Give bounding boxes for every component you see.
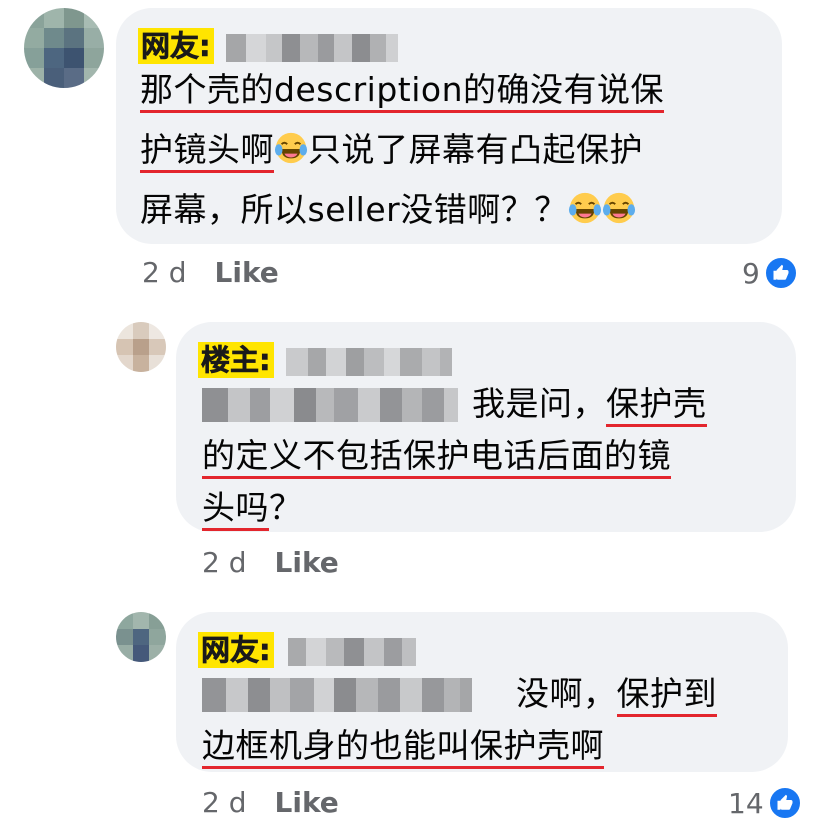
like-button[interactable]: Like (215, 256, 279, 289)
comment-text-line: 我是问，保护壳 (472, 382, 707, 427)
comment-text-line: 头吗？ (202, 486, 303, 531)
underlined-text: 保护到 (616, 674, 717, 717)
reaction-count[interactable]: 9 (742, 256, 798, 290)
avatar[interactable] (116, 612, 166, 662)
mention-name-blurred[interactable] (202, 678, 472, 712)
reaction-count-value: 14 (728, 786, 764, 820)
thumbs-up-reaction-icon (763, 256, 798, 290)
comment-timestamp[interactable]: 2 d (202, 786, 247, 819)
comment-text: 只说了屏幕有凸起保护 (308, 130, 643, 169)
avatar[interactable] (24, 8, 104, 88)
comment-text-line: 边框机身的也能叫保护壳啊 (202, 724, 604, 769)
thumbs-up-reaction-icon (767, 786, 802, 820)
comment-meta: 2 d Like (202, 786, 339, 819)
comment-text-line: 屏幕，所以seller没错啊？？ (140, 188, 636, 232)
comment-bubble[interactable]: 网友: 那个壳的description的确没有说保 护镜头啊 只说了屏幕有凸起保护… (116, 8, 782, 244)
underlined-text: 头吗 (202, 488, 269, 531)
comment-meta: 2 d Like (142, 256, 279, 289)
comment-text-line: 护镜头啊 只说了屏幕有凸起保护 (140, 128, 643, 173)
laughing-tears-emoji (602, 192, 635, 224)
reaction-count[interactable]: 14 (728, 786, 802, 820)
underlined-text: 的定义不包括保护电话后面的镜 (202, 436, 671, 479)
comment-timestamp[interactable]: 2 d (202, 546, 247, 579)
commenter-name-blurred[interactable] (286, 348, 452, 376)
comment-text-line: 的定义不包括保护电话后面的镜 (202, 434, 671, 479)
like-button[interactable]: Like (275, 546, 339, 579)
commenter-name-blurred[interactable] (288, 638, 416, 666)
comment-meta: 2 d Like (202, 546, 339, 579)
commenter-name-blurred[interactable] (226, 34, 398, 62)
comment-bubble[interactable]: 楼主: 我是问，保护壳 的定义不包括保护电话后面的镜 头吗？ (176, 322, 796, 532)
comment-text: ？ (269, 488, 303, 527)
comment-text: 屏幕，所以seller没错啊？？ (140, 190, 568, 229)
commenter-badge: 网友: (138, 28, 214, 64)
comment-bubble[interactable]: 网友: 没啊，保护到 边框机身的也能叫保护壳啊 (176, 612, 788, 772)
laughing-tears-emoji (274, 132, 308, 164)
avatar[interactable] (116, 322, 166, 372)
underlined-text: 那个壳的description的确没有说保 (140, 70, 664, 113)
mention-name-blurred[interactable] (202, 388, 458, 422)
comment-text: 没啊， (516, 674, 617, 713)
underlined-text: 护镜头啊 (140, 130, 274, 173)
underlined-text: 边框机身的也能叫保护壳啊 (202, 726, 604, 769)
comment-timestamp[interactable]: 2 d (142, 256, 187, 289)
underlined-text: 保护壳 (606, 384, 707, 427)
comment-text-line: 那个壳的description的确没有说保 (140, 68, 664, 113)
commenter-badge: 楼主: (198, 342, 274, 378)
comment-text-line: 没啊，保护到 (516, 672, 717, 717)
laughing-tears-emoji (568, 192, 601, 224)
commenter-badge: 网友: (198, 632, 274, 668)
comment-text: 我是问， (472, 384, 606, 423)
like-button[interactable]: Like (275, 786, 339, 819)
reaction-count-value: 9 (742, 256, 760, 290)
